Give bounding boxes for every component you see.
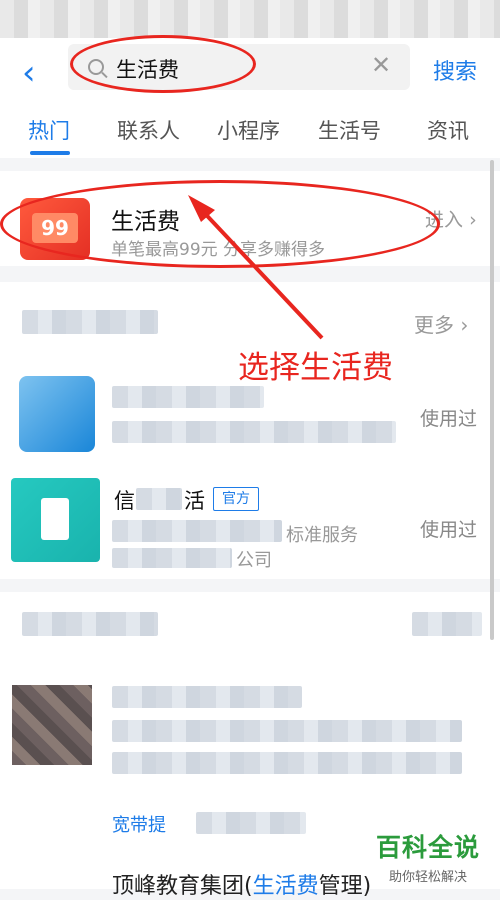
tab-life-accounts[interactable]: 生活号: [318, 115, 381, 145]
search-button[interactable]: 搜索: [433, 54, 477, 86]
item-desc-blurred: [112, 752, 462, 774]
chevron-right-icon: ›: [460, 313, 469, 337]
item-desc-blurred: [112, 421, 396, 443]
item-name-part: 活: [184, 489, 205, 513]
section2-title-blurred: [22, 612, 158, 636]
watermark-main: 百科全说: [376, 833, 481, 862]
section2-more-blurred: [412, 612, 482, 636]
bottom-title-prefix: 顶峰教育集团(: [112, 874, 253, 899]
item-title-blurred: [112, 386, 264, 408]
item-company-text: 公司: [236, 550, 272, 571]
app-logo-blue: [19, 376, 95, 452]
item-desc-text: 标准服务: [286, 525, 358, 546]
item-name-part: 信: [114, 489, 135, 513]
used-label: 使用过: [420, 408, 478, 430]
bottom-result-title[interactable]: 顶峰教育集团(生活费管理): [112, 868, 371, 900]
more-label: 更多: [414, 313, 454, 337]
tab-contacts[interactable]: 联系人: [117, 115, 180, 145]
tab-hot[interactable]: 热门: [28, 115, 70, 145]
chevron-right-icon: ›: [469, 209, 477, 231]
bottom-title-highlight: 生活费: [252, 874, 319, 899]
section-title-blurred: [22, 310, 158, 334]
scrollbar[interactable]: [490, 160, 494, 640]
item-title-blurred: [112, 686, 302, 708]
broadband-link[interactable]: 宽带提: [112, 811, 166, 837]
active-tab-indicator: [30, 151, 70, 155]
item-company-blurred: [112, 548, 232, 568]
official-badge: 官方: [213, 487, 259, 511]
app-logo-teal: [11, 478, 100, 562]
watermark: 百科全说 助你轻松解决: [376, 828, 480, 885]
item-desc-blurred: [112, 720, 462, 742]
annotation-text: 选择生活费: [238, 350, 393, 386]
item-desc-blurred: [112, 520, 282, 542]
close-icon[interactable]: ✕: [371, 51, 391, 79]
watermark-sub: 助你轻松解决: [389, 870, 468, 885]
tab-mini-programs[interactable]: 小程序: [217, 115, 280, 145]
tab-news[interactable]: 资讯: [427, 115, 469, 145]
status-bar-blurred: [0, 0, 500, 38]
chevron-left-icon[interactable]: ‹: [22, 56, 36, 90]
annotation-ellipse-result: [0, 180, 440, 268]
avatar: [12, 685, 92, 765]
used-label: 使用过: [420, 519, 478, 541]
annotation-ellipse-search: [70, 35, 256, 93]
more-link[interactable]: 更多 ›: [414, 309, 468, 338]
item-name-blurred: [136, 488, 182, 510]
tab-bar: 热门 联系人 小程序 生活号 资讯: [0, 115, 500, 155]
link-blurred: [196, 812, 306, 834]
bottom-title-suffix: 管理): [318, 874, 372, 899]
